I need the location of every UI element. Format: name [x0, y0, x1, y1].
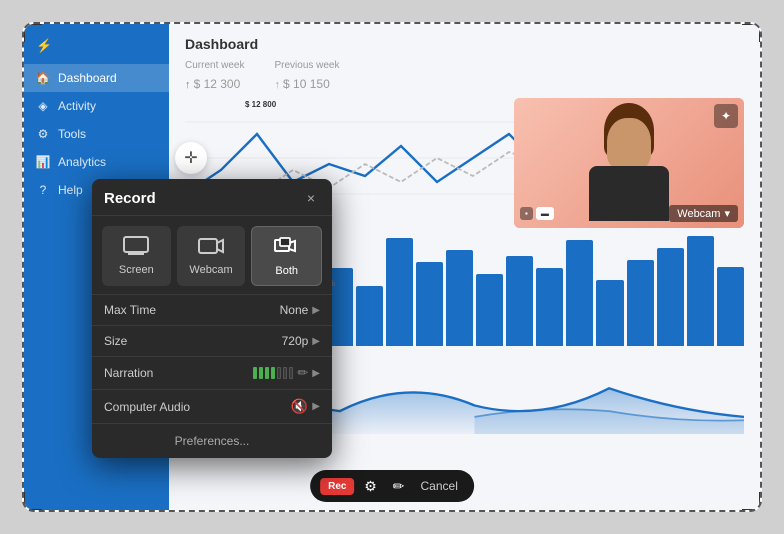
home-icon: 🏠 [36, 71, 50, 85]
sidebar-label-help: Help [58, 183, 83, 197]
mode-webcam-button[interactable]: Webcam [177, 226, 246, 286]
tools-icon: ⚙ [36, 127, 50, 141]
size-label: Size [104, 334, 282, 348]
narration-seg-2 [259, 367, 263, 379]
sidebar-item-analytics[interactable]: 📊 Analytics [24, 148, 169, 176]
narration-label: Narration [104, 366, 253, 380]
record-modes: Screen Webcam [92, 216, 332, 295]
narration-seg-3 [265, 367, 269, 379]
webcam-dropdown-icon[interactable]: ▾ [724, 207, 730, 220]
bar-7 [386, 238, 413, 346]
mode-both-button[interactable]: Both [251, 226, 322, 286]
computer-audio-arrow[interactable]: ▶ [312, 401, 320, 412]
edit-toolbar-button[interactable]: ✏ [387, 474, 411, 498]
webcam-controls: ▪ ▬ Webcam ▾ [520, 205, 738, 222]
webcam-label: Webcam ▾ [669, 205, 738, 222]
bar-15 [627, 260, 654, 346]
settings-toolbar-button[interactable]: ⚙ [359, 474, 383, 498]
narration-seg-7 [289, 367, 293, 379]
record-close-button[interactable]: × [302, 189, 320, 207]
record-title: Record [104, 190, 156, 207]
webcam-preview: ✦ ▪ ▬ Webcam ▾ [514, 98, 744, 228]
help-icon: ? [36, 183, 50, 197]
bar-10 [476, 274, 503, 346]
max-time-value: None [280, 303, 309, 317]
settings-row-max-time: Max Time None ▶ [92, 295, 332, 326]
bar-14 [596, 280, 623, 346]
mode-screen-button[interactable]: Screen [102, 226, 171, 286]
audio-mute-icon: 🔇 [291, 398, 308, 415]
webcam-icon [198, 236, 224, 259]
bar-17 [687, 236, 714, 346]
narration-seg-5 [277, 367, 281, 379]
corner-br [742, 492, 762, 512]
settings-rows: Max Time None ▶ Size 720p ▶ Narration [92, 295, 332, 423]
settings-row-size: Size 720p ▶ [92, 326, 332, 357]
sidebar-label-tools: Tools [58, 127, 86, 141]
bottom-toolbar: Rec ⚙ ✏ Cancel [310, 470, 474, 502]
current-week-stat: Current week ↑ $ 12 300 [185, 60, 244, 94]
current-week-prefix: ↑ [185, 79, 194, 91]
bar-9 [446, 250, 473, 346]
bar-6 [356, 286, 383, 346]
preferences-button[interactable]: Preferences... [92, 423, 332, 458]
size-arrow[interactable]: ▶ [312, 336, 320, 347]
previous-week-value: ↑ $ 10 150 [274, 71, 339, 94]
rec-button[interactable]: Rec [320, 478, 354, 495]
settings-row-narration: Narration ✏ ▶ [92, 357, 332, 390]
max-time-arrow[interactable]: ▶ [312, 305, 320, 316]
stats-row: Current week ↑ $ 12 300 Previous week ↑ … [185, 60, 744, 94]
narration-seg-1 [253, 367, 257, 379]
bar-11 [506, 256, 533, 346]
sidebar-item-activity[interactable]: ◈ Activity [24, 92, 169, 120]
record-dialog: Record × Screen [92, 179, 332, 458]
webcam-edit-button[interactable]: ✦ [714, 104, 738, 128]
current-week-label: Current week [185, 60, 244, 71]
sidebar-label-analytics: Analytics [58, 155, 106, 169]
activity-icon: ◈ [36, 99, 50, 113]
sidebar-logo: ⚡ [24, 32, 169, 64]
narration-arrow[interactable]: ▶ [312, 368, 320, 379]
sidebar-label-activity: Activity [58, 99, 96, 113]
narration-seg-4 [271, 367, 275, 379]
webcam-size-small[interactable]: ▪ [520, 207, 533, 220]
main-window: ⚡ 🏠 Dashboard ◈ Activity ⚙ Tools 📊 Analy… [22, 22, 762, 512]
mode-both-label: Both [275, 265, 298, 277]
mode-webcam-label: Webcam [189, 264, 232, 276]
mode-screen-label: Screen [119, 264, 154, 276]
screen-icon [123, 236, 149, 259]
cancel-button[interactable]: Cancel [415, 476, 464, 496]
size-value: 720p [282, 334, 309, 348]
webcam-size-buttons: ▪ ▬ [520, 207, 554, 220]
analytics-icon: 📊 [36, 155, 50, 169]
narration-seg-6 [283, 367, 287, 379]
bar-8 [416, 262, 443, 346]
record-header: Record × [92, 179, 332, 216]
narration-settings-icon[interactable]: ✏ [297, 365, 308, 381]
bar-18 [717, 267, 744, 346]
bar-16 [657, 248, 684, 346]
previous-week-label: Previous week [274, 60, 339, 71]
dashboard-title: Dashboard [185, 36, 744, 52]
both-icon [274, 237, 300, 260]
max-time-label: Max Time [104, 303, 280, 317]
sidebar-item-dashboard[interactable]: 🏠 Dashboard [24, 64, 169, 92]
webcam-size-medium[interactable]: ▬ [536, 207, 554, 220]
move-icon: ✛ [184, 148, 197, 168]
sidebar-label-dashboard: Dashboard [58, 71, 117, 85]
previous-week-stat: Previous week ↑ $ 10 150 [274, 60, 339, 94]
corner-tr [742, 22, 762, 42]
corner-bl [22, 492, 42, 512]
previous-week-prefix: ↑ [274, 79, 283, 91]
corner-tl [22, 22, 42, 42]
current-week-value: ↑ $ 12 300 [185, 71, 244, 94]
move-handle[interactable]: ✛ [175, 142, 207, 174]
narration-level [253, 367, 293, 379]
sidebar-item-tools[interactable]: ⚙ Tools [24, 120, 169, 148]
settings-row-computer-audio: Computer Audio 🔇 ▶ [92, 390, 332, 423]
computer-audio-label: Computer Audio [104, 400, 291, 414]
bar-12 [536, 268, 563, 346]
bar-13 [566, 240, 593, 346]
